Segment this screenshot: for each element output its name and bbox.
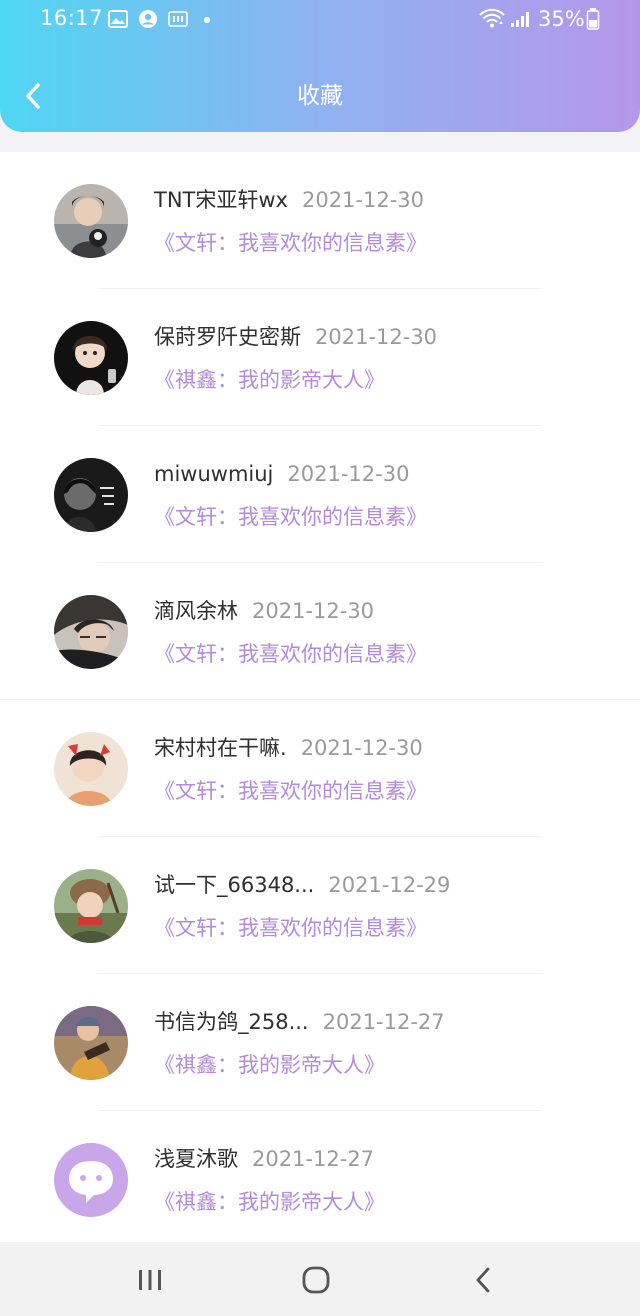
list-item[interactable]: 书信为鸽_258... 2021-12-27 《祺鑫：我的影帝大人》 xyxy=(0,974,640,1111)
user-name: 书信为鸽_258... 2021-12-27 xyxy=(154,1010,445,1034)
favorite-date: 2021-12-30 xyxy=(300,736,423,760)
battery-percentage: 35% xyxy=(538,7,585,31)
user-avatar[interactable] xyxy=(54,321,128,395)
back-icon[interactable] xyxy=(468,1264,500,1296)
user-avatar[interactable] xyxy=(54,595,128,669)
favorite-date: 2021-12-29 xyxy=(328,873,451,897)
book-title[interactable]: 《文轩：我喜欢你的信息素》 xyxy=(154,228,427,258)
book-title[interactable]: 《祺鑫：我的影帝大人》 xyxy=(154,1050,385,1080)
book-title[interactable]: 《文轩：我喜欢你的信息素》 xyxy=(154,913,427,943)
favorites-list: TNT宋亚轩wx 2021-12-30 《文轩：我喜欢你的信息素》 保莳罗阡史密斯… xyxy=(0,152,640,1242)
favorite-date: 2021-12-30 xyxy=(287,462,410,486)
status-bar: 16:17 35% xyxy=(0,0,640,40)
page-title: 收藏 xyxy=(297,83,343,109)
book-title[interactable]: 《文轩：我喜欢你的信息素》 xyxy=(154,502,427,532)
book-title[interactable]: 《祺鑫：我的影帝大人》 xyxy=(154,365,385,395)
user-name: miwuwmiuj 2021-12-30 xyxy=(154,462,410,486)
favorite-date: 2021-12-27 xyxy=(322,1010,445,1034)
battery-icon xyxy=(586,8,600,30)
user-name: 宋村村在干嘛. 2021-12-30 xyxy=(154,736,423,760)
list-item[interactable]: 保莳罗阡史密斯 2021-12-30 《祺鑫：我的影帝大人》 xyxy=(0,289,640,426)
app-header: 16:17 35% 收藏 xyxy=(0,0,640,132)
signal-icon xyxy=(511,12,529,27)
dot-icon xyxy=(204,17,210,23)
book-title[interactable]: 《文轩：我喜欢你的信息素》 xyxy=(154,776,427,806)
user-avatar[interactable] xyxy=(54,869,128,943)
iqiyi-icon xyxy=(168,11,188,27)
favorite-date: 2021-12-30 xyxy=(315,325,438,349)
user-name: 试一下_66348... 2021-12-29 xyxy=(154,873,451,897)
list-item[interactable]: 试一下_66348... 2021-12-29 《文轩：我喜欢你的信息素》 xyxy=(0,837,640,974)
list-item[interactable]: TNT宋亚轩wx 2021-12-30 《文轩：我喜欢你的信息素》 xyxy=(0,152,640,289)
user-name: 保莳罗阡史密斯 2021-12-30 xyxy=(154,325,438,349)
user-name: TNT宋亚轩wx 2021-12-30 xyxy=(154,188,425,212)
favorite-date: 2021-12-30 xyxy=(252,599,375,623)
default-chat-avatar[interactable] xyxy=(54,1143,128,1217)
wifi-icon xyxy=(479,8,505,28)
book-title[interactable]: 《文轩：我喜欢你的信息素》 xyxy=(154,639,427,669)
book-title[interactable]: 《祺鑫：我的影帝大人》 xyxy=(154,1187,385,1217)
list-item[interactable]: 滴风余林 2021-12-30 《文轩：我喜欢你的信息素》 xyxy=(0,563,640,700)
list-item[interactable]: miwuwmiuj 2021-12-30 《文轩：我喜欢你的信息素》 xyxy=(0,426,640,563)
user-avatar[interactable] xyxy=(54,184,128,258)
status-time: 16:17 xyxy=(40,6,104,30)
system-nav-bar xyxy=(0,1242,640,1316)
user-name: 滴风余林 2021-12-30 xyxy=(154,599,375,623)
list-item[interactable]: 浅夏沐歌 2021-12-27 《祺鑫：我的影帝大人》 xyxy=(0,1111,640,1242)
favorite-date: 2021-12-30 xyxy=(301,188,425,212)
recent-apps-icon[interactable] xyxy=(134,1264,166,1296)
user-name: 浅夏沐歌 2021-12-27 xyxy=(154,1147,375,1171)
list-item[interactable]: 宋村村在干嘛. 2021-12-30 《文轩：我喜欢你的信息素》 xyxy=(0,700,640,837)
image-icon xyxy=(108,10,128,28)
user-avatar[interactable] xyxy=(54,458,128,532)
user-avatar[interactable] xyxy=(54,1006,128,1080)
user-avatar[interactable] xyxy=(54,732,128,806)
home-icon[interactable] xyxy=(300,1264,332,1296)
account-icon xyxy=(139,10,157,28)
favorite-date: 2021-12-27 xyxy=(252,1147,375,1171)
